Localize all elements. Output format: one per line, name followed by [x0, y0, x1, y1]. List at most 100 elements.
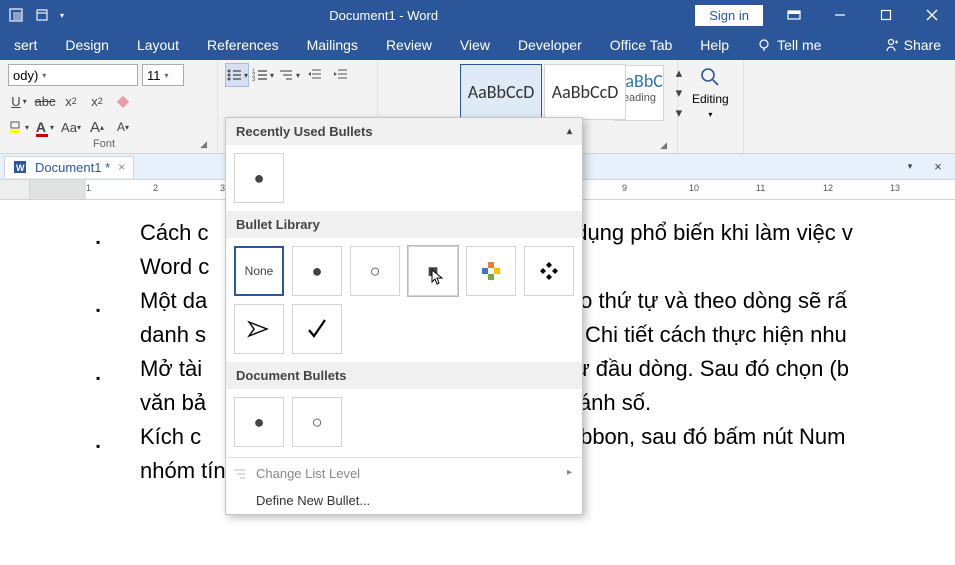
doctab-document1[interactable]: W Document1 * ×: [4, 156, 134, 178]
doctabs-dropdown[interactable]: ▾: [899, 156, 921, 178]
window-title: Document1 - Word: [72, 8, 695, 23]
tab-layout[interactable]: Layout: [123, 30, 193, 60]
svg-text:W: W: [16, 163, 25, 173]
font-color-button[interactable]: A▾: [34, 116, 56, 138]
ribbon-display-button[interactable]: [771, 0, 817, 30]
doctabs-close[interactable]: ×: [927, 156, 949, 178]
tab-design[interactable]: Design: [51, 30, 123, 60]
tab-mailings[interactable]: Mailings: [293, 30, 372, 60]
ruler-number: 1: [86, 183, 91, 193]
bullet-recent-disc[interactable]: ●: [234, 153, 284, 203]
qat-icon-1[interactable]: [8, 7, 24, 23]
highlight-icon: [9, 120, 25, 134]
multilevel-icon: [278, 68, 294, 82]
tellme-label: Tell me: [777, 37, 821, 53]
style-nospacing[interactable]: AaBbCcD: [544, 64, 626, 120]
minimize-button[interactable]: [817, 0, 863, 30]
bullet-none[interactable]: None: [234, 246, 284, 296]
qat-icon-2[interactable]: [34, 7, 50, 23]
styles-launcher[interactable]: ◢: [614, 140, 669, 151]
tab-insert[interactable]: sert: [0, 30, 51, 60]
svg-text:3: 3: [252, 77, 256, 82]
bullet-4diamond[interactable]: [524, 246, 574, 296]
bullet-doc-disc[interactable]: ●: [234, 397, 284, 447]
style-preview: AaBbCcD: [468, 81, 535, 103]
numbering-icon: 123: [252, 68, 268, 82]
doctab-label: Document1 *: [35, 160, 110, 175]
grow-font-button[interactable]: A▴: [86, 116, 108, 138]
decrease-indent-button[interactable]: [304, 64, 326, 86]
dd-library-header: Bullet Library: [226, 211, 582, 238]
font-name-value: ody): [13, 68, 38, 83]
bullet-arrow[interactable]: [234, 304, 284, 354]
ribbon-tabs: sert Design Layout References Mailings R…: [0, 30, 955, 60]
highlight-button[interactable]: ▾: [8, 116, 30, 138]
style-normal[interactable]: AaBbCcD: [460, 64, 542, 120]
tab-developer[interactable]: Developer: [504, 30, 596, 60]
signin-button[interactable]: Sign in: [695, 5, 763, 26]
tab-help[interactable]: Help: [686, 30, 743, 60]
change-level-label: Change List Level: [256, 466, 360, 481]
bullet-doc-circle[interactable]: ○: [292, 397, 342, 447]
font-launcher[interactable]: ◢: [200, 139, 209, 150]
qat-dropdown-icon[interactable]: ▾: [60, 11, 64, 20]
ruler-number: 2: [153, 183, 158, 193]
ruler-number: 9: [622, 183, 627, 193]
ruler-corner[interactable]: [0, 180, 30, 199]
increase-indent-icon: [334, 68, 348, 82]
font-size-combo[interactable]: 11▾: [142, 64, 184, 86]
numbering-button[interactable]: 123▾: [252, 64, 274, 86]
bullet-square[interactable]: ■: [408, 246, 458, 296]
bullet-check[interactable]: [292, 304, 342, 354]
bullet-circle[interactable]: ○: [350, 246, 400, 296]
change-list-level: Change List Level ▸: [226, 460, 582, 487]
decrease-indent-icon: [308, 68, 322, 82]
ruler-number: 11: [756, 183, 765, 193]
font-color-icon: A: [36, 119, 46, 135]
underline-button[interactable]: U ▾: [8, 90, 30, 112]
editing-label[interactable]: Editing: [692, 92, 729, 106]
font-name-combo[interactable]: ody)▾: [8, 64, 138, 86]
clear-formatting-button[interactable]: ◆: [112, 90, 134, 112]
tab-officetab[interactable]: Office Tab: [596, 30, 687, 60]
tab-review[interactable]: Review: [372, 30, 446, 60]
ruler-number: 13: [890, 183, 900, 193]
tab-view[interactable]: View: [446, 30, 504, 60]
expand-up-icon[interactable]: ▴: [567, 126, 572, 137]
indent-icon: [234, 468, 246, 480]
bulb-icon: [757, 38, 771, 52]
eraser-icon: ◆: [117, 91, 129, 111]
ruler-number: 10: [689, 183, 699, 193]
cursor-icon: [431, 269, 449, 287]
bullet-4color[interactable]: [466, 246, 516, 296]
share-label: Share: [904, 37, 941, 53]
change-case-button[interactable]: Aa ▾: [60, 116, 82, 138]
subscript-button[interactable]: x2: [60, 90, 82, 112]
share-icon: [884, 38, 898, 52]
tellme[interactable]: Tell me: [743, 30, 835, 60]
superscript-button[interactable]: x2: [86, 90, 108, 112]
bullets-button[interactable]: ▾: [226, 64, 248, 86]
bullet-library-dropdown: Recently Used Bullets ▴ ● Bullet Library…: [225, 117, 583, 515]
style-preview: AaBbCcD: [552, 81, 619, 103]
increase-indent-button[interactable]: [330, 64, 352, 86]
dd-docbullets-header: Document Bullets: [226, 362, 582, 389]
doctab-close-icon[interactable]: ×: [118, 160, 125, 174]
find-icon[interactable]: [699, 66, 721, 88]
bullet-disc[interactable]: ●: [292, 246, 342, 296]
close-button[interactable]: [909, 0, 955, 30]
font-size-value: 11: [147, 68, 161, 83]
share-button[interactable]: Share: [884, 37, 955, 53]
maximize-button[interactable]: [863, 0, 909, 30]
dd-recent-label: Recently Used Bullets: [236, 124, 373, 139]
dd-recent-header: Recently Used Bullets ▴: [226, 118, 582, 145]
define-bullet-label: Define New Bullet...: [256, 493, 370, 508]
strikethrough-button[interactable]: abc: [34, 90, 56, 112]
submenu-arrow-icon: ▸: [567, 467, 572, 478]
tab-references[interactable]: References: [193, 30, 293, 60]
shrink-font-button[interactable]: A▾: [112, 116, 134, 138]
ruler-number: 12: [823, 183, 833, 193]
multilevel-button[interactable]: ▾: [278, 64, 300, 86]
define-new-bullet[interactable]: Define New Bullet...: [226, 487, 582, 514]
word-doc-icon: W: [13, 160, 27, 174]
